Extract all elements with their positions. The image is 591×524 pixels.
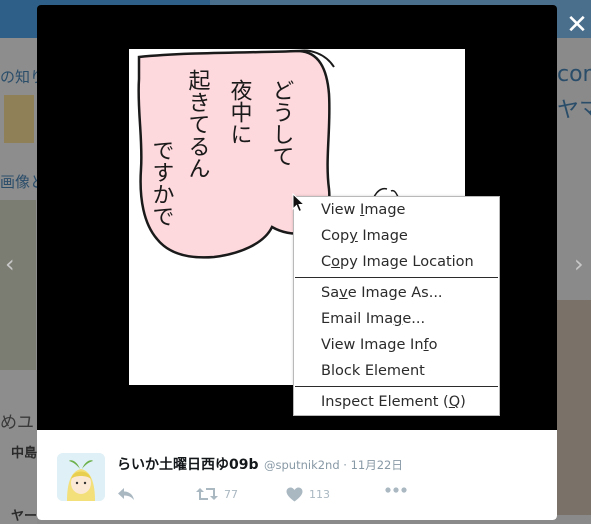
close-modal-button[interactable]: ✕ [566,10,588,40]
menu-item-email-image[interactable]: Email Image... [321,307,425,331]
avatar[interactable] [57,453,105,501]
svg-text:起きてるん: 起きてるん [185,69,211,179]
svg-text:ですかで: ですかで [149,139,174,227]
next-image-button[interactable]: › [574,250,584,278]
menu-item-save-image-as[interactable]: Save Image As... [321,281,443,305]
display-name[interactable]: らいか土曜日西ゆ09b [117,454,259,474]
user-handle[interactable]: @sputnik2nd [264,458,340,472]
retweet-button[interactable]: 77 [196,487,238,501]
like-count: 113 [309,488,330,501]
background-thumbnail [4,95,34,143]
tweet-date[interactable]: 11月22日 [351,458,403,472]
background-artwork-right [557,300,591,515]
retweet-count: 77 [224,487,238,501]
tweet-meta: @sputnik2nd · 11月22日 [264,457,403,473]
tweet-footer: らいか土曜日西ゆ09b @sputnik2nd · 11月22日 77 113 [37,430,557,520]
menu-separator [295,386,498,387]
background-text-snippet: 中島 [11,446,38,461]
menu-item-block-element[interactable]: Block Element [321,359,425,383]
more-dots-icon [385,487,407,493]
context-menu: View Image Copy Image Copy Image Locatio… [293,196,500,416]
mouse-cursor-icon [292,193,306,213]
menu-item-inspect-element[interactable]: Inspect Element (Q) [321,390,466,414]
previous-image-button[interactable]: ‹ [5,250,15,278]
svg-text:夜中に: 夜中に [227,79,253,145]
retweet-icon [196,488,218,500]
menu-item-view-image-info[interactable]: View Image Info [321,333,438,357]
reply-icon [118,488,134,500]
menu-item-copy-image[interactable]: Copy Image [321,224,408,248]
more-options-button[interactable] [385,487,407,493]
background-text-snippet: com [557,62,591,87]
menu-separator [295,277,498,278]
background-text-snippet: ヤマ [557,98,591,123]
avatar-illustration [57,453,105,501]
svg-text:どうして: どうして [269,79,294,167]
like-button[interactable]: 113 [286,487,330,502]
reply-button[interactable] [117,487,135,501]
background-artwork-left [0,200,36,370]
menu-item-view-image[interactable]: View Image [321,198,405,222]
background-text-snippet: めユ [0,413,34,433]
background-text-snippet: ヤー [11,509,38,524]
menu-item-copy-image-location[interactable]: Copy Image Location [321,250,474,274]
meta-separator: · [343,458,347,472]
heart-icon [286,487,303,502]
